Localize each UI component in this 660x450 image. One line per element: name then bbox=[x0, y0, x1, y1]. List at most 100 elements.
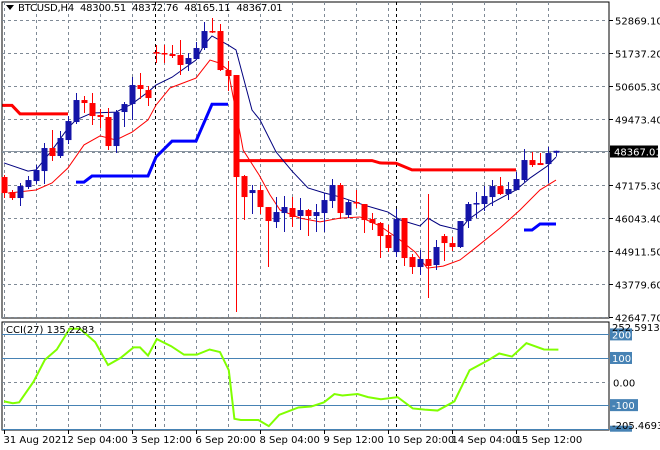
candle-body bbox=[481, 196, 488, 205]
candle-body bbox=[433, 247, 440, 266]
time-axis-label: 31 Aug 2021 bbox=[4, 435, 68, 446]
time-axis-label: 15 Sep 12:00 bbox=[516, 435, 583, 446]
high-value: 48372.76 bbox=[132, 3, 179, 14]
candle-body bbox=[241, 176, 248, 198]
candle-body bbox=[41, 148, 48, 172]
candle-body bbox=[249, 190, 256, 194]
candle-body bbox=[169, 54, 176, 57]
price-axis-label: 49473.40 bbox=[615, 116, 660, 127]
time-axis-label: 9 Sep 12:00 bbox=[324, 435, 384, 446]
price-axis-label: 50605.30 bbox=[615, 83, 660, 94]
time-axis-label: 3 Sep 12:00 bbox=[132, 435, 192, 446]
candle-body bbox=[1, 177, 8, 194]
candle-body bbox=[393, 219, 400, 253]
candle-body bbox=[457, 221, 464, 248]
cci-max-label: 252.5913 bbox=[612, 323, 660, 334]
candle-body bbox=[185, 58, 192, 65]
candle-body bbox=[537, 163, 544, 166]
candle-body bbox=[161, 53, 168, 55]
close-value: 48367.01 bbox=[236, 3, 283, 14]
cci-name: CCI(27) bbox=[6, 325, 44, 336]
candle-body bbox=[57, 138, 64, 157]
cci-zero-label: 0.00 bbox=[613, 379, 635, 390]
price-axis-label: 51737.20 bbox=[615, 50, 660, 61]
candle-body bbox=[449, 243, 456, 248]
candle-body bbox=[337, 185, 344, 214]
candle-body bbox=[289, 208, 296, 218]
price-chart[interactable]: 52869.10 51737.20 50605.30 49473.40 48367.01… bbox=[0, 0, 660, 450]
candle-body bbox=[409, 257, 416, 268]
candle-body bbox=[473, 203, 480, 205]
candle-body bbox=[105, 117, 112, 147]
candle-body bbox=[513, 179, 520, 191]
candle-body bbox=[65, 121, 72, 141]
candle-body bbox=[17, 186, 24, 199]
candle-body bbox=[137, 85, 144, 90]
candle-body bbox=[497, 186, 504, 195]
cci-level-label: 100 bbox=[612, 354, 631, 365]
candle-body bbox=[321, 200, 328, 214]
cci-min-label: -205.4693 bbox=[612, 421, 660, 432]
price-axis-label: 52869.10 bbox=[615, 17, 660, 28]
candle-body bbox=[297, 210, 304, 217]
candle-body bbox=[9, 192, 16, 199]
candle-body bbox=[89, 103, 96, 117]
candle-body bbox=[97, 115, 104, 118]
time-axis-label: 6 Sep 20:00 bbox=[196, 435, 256, 446]
cci-value: 135.2283 bbox=[46, 325, 95, 336]
time-axis-label: 14 Sep 04:00 bbox=[452, 435, 519, 446]
candle-body bbox=[257, 190, 264, 208]
cci-panel-frame bbox=[1, 321, 610, 431]
candle-body bbox=[465, 204, 472, 222]
current-price-label: 48367.01 bbox=[614, 148, 660, 159]
candle-body bbox=[401, 218, 408, 259]
candle-body bbox=[113, 112, 120, 147]
candle-body bbox=[281, 207, 288, 214]
candle-body bbox=[25, 180, 32, 188]
candle-body bbox=[121, 104, 128, 113]
low-value: 48165.11 bbox=[184, 3, 231, 14]
candle-body bbox=[313, 212, 320, 217]
candle-body bbox=[345, 202, 352, 216]
candle-body bbox=[329, 185, 336, 202]
candle-body bbox=[145, 90, 152, 99]
cci-header: CCI(27) 135.2283 bbox=[6, 325, 94, 336]
candle-body bbox=[529, 160, 536, 166]
price-axis-label: 46043.40 bbox=[615, 215, 660, 226]
candle-body bbox=[193, 48, 200, 60]
candle-body bbox=[353, 202, 360, 204]
candle-body bbox=[441, 236, 448, 244]
open-value: 48300.51 bbox=[79, 3, 127, 14]
candle-body bbox=[417, 259, 424, 268]
chart-header: BTCUSD,H4 48300.51 48372.76 48165.11 483… bbox=[6, 3, 285, 14]
candle-body bbox=[73, 100, 80, 123]
candle-body bbox=[225, 70, 232, 77]
dropdown-triangle-icon[interactable] bbox=[6, 5, 14, 10]
candle-body bbox=[305, 210, 312, 217]
candle-body bbox=[521, 160, 528, 181]
candle-body bbox=[49, 148, 56, 157]
candle-body bbox=[553, 150, 560, 153]
candle bbox=[457, 221, 464, 249]
candle-body bbox=[201, 31, 208, 49]
candle-body bbox=[545, 153, 552, 165]
candle-body bbox=[425, 259, 432, 267]
candle-body bbox=[177, 55, 184, 66]
price-axis-label: 44911.50 bbox=[615, 248, 660, 259]
time-axis-label: 2 Sep 04:00 bbox=[68, 435, 128, 446]
price-axis-label: 43779.60 bbox=[615, 281, 660, 292]
candle-body bbox=[385, 235, 392, 249]
candle-body bbox=[33, 170, 40, 182]
time-axis-label: 8 Sep 04:00 bbox=[260, 435, 320, 446]
candle-body bbox=[377, 223, 384, 237]
candle-body bbox=[153, 52, 160, 54]
candle-body bbox=[217, 31, 224, 71]
candle-body bbox=[209, 31, 216, 33]
candle-body bbox=[233, 75, 240, 178]
candle-body bbox=[81, 100, 88, 104]
chart-window: 52869.10 51737.20 50605.30 49473.40 48367.01… bbox=[0, 0, 660, 450]
time-axis-label: 10 Sep 20:00 bbox=[388, 435, 455, 446]
candle-body bbox=[273, 212, 280, 223]
candle-body bbox=[505, 189, 512, 195]
candle-body bbox=[129, 85, 136, 105]
